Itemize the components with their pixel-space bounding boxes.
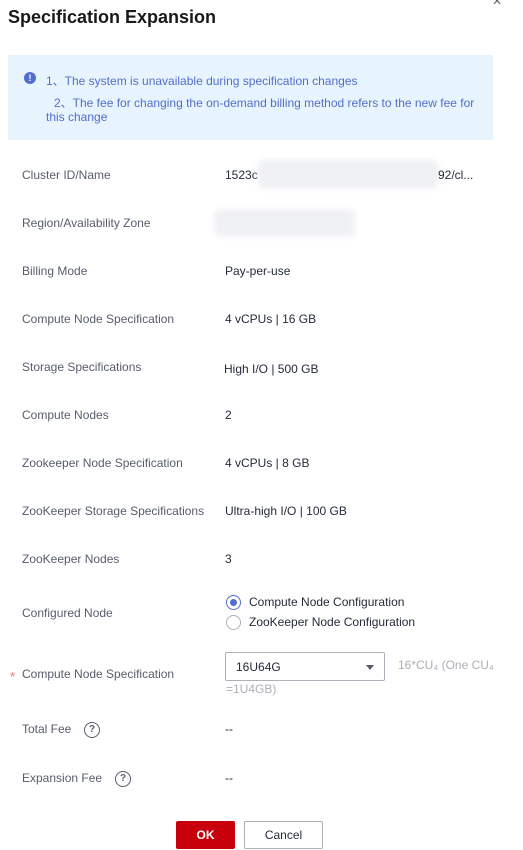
storage-spec-label: Storage Specifications (22, 360, 142, 374)
radio-compute-node-configuration[interactable] (226, 595, 241, 610)
compute-node-spec-label: Compute Node Specification (22, 312, 175, 326)
info-icon: ! (24, 72, 36, 84)
cluster-id-value-suffix: 92/cl... (438, 168, 474, 182)
zookeeper-nodes-label: ZooKeeper Nodes (22, 552, 120, 566)
spec-hint-line-2: =1U4GB) (226, 682, 277, 696)
compute-nodes-label: Compute Nodes (22, 408, 109, 422)
help-icon[interactable]: ? (84, 722, 100, 738)
close-icon[interactable]: × (489, 0, 505, 10)
compute-spec-select[interactable]: 16U64G (225, 652, 385, 681)
expansion-fee-label: Expansion Fee (22, 771, 103, 785)
radio-zookeeper-node-configuration[interactable] (226, 615, 241, 630)
expansion-fee-value: -- (225, 771, 233, 785)
cluster-id-value-prefix: 1523c (225, 168, 258, 182)
configured-node-label: Configured Node (22, 606, 113, 620)
zookeeper-nodes-value: 3 (225, 552, 232, 566)
required-mark: * (10, 669, 16, 684)
zookeeper-node-spec-label: Zookeeper Node Specification (22, 456, 183, 470)
help-icon[interactable]: ? (115, 771, 131, 787)
redacted-region (215, 210, 355, 236)
total-fee-value: -- (225, 722, 233, 736)
dialog-title: Specification Expansion (8, 7, 217, 27)
radio-label-compute-node[interactable]: Compute Node Configuration (249, 595, 404, 609)
radio-label-zookeeper-node[interactable]: ZooKeeper Node Configuration (249, 615, 415, 629)
new-compute-spec-label: Compute Node Specification (22, 667, 175, 681)
notice-banner: ! 1、The system is unavailable during spe… (8, 55, 493, 140)
cancel-button[interactable]: Cancel (244, 821, 323, 849)
cluster-id-label: Cluster ID/Name (22, 168, 111, 182)
chevron-down-icon (366, 665, 374, 670)
compute-spec-selected-value: 16U64G (236, 660, 281, 674)
total-fee-label: Total Fee (22, 722, 72, 736)
spec-hint-line-1: 16*CU₄ (One CU₄ (398, 658, 494, 672)
storage-spec-value: High I/O | 500 GB (224, 362, 319, 376)
billing-mode-value: Pay-per-use (225, 264, 291, 278)
region-label: Region/Availability Zone (22, 216, 151, 230)
compute-nodes-value: 2 (225, 408, 232, 422)
zookeeper-storage-spec-value: Ultra-high I/O | 100 GB (225, 504, 347, 518)
ok-button[interactable]: OK (176, 821, 235, 849)
billing-mode-label: Billing Mode (22, 264, 88, 278)
zookeeper-node-spec-value: 4 vCPUs | 8 GB (225, 456, 310, 470)
notice-line-1: 1、The system is unavailable during speci… (46, 74, 358, 88)
redacted-region (258, 160, 438, 188)
compute-node-spec-value: 4 vCPUs | 16 GB (225, 312, 317, 326)
notice-line-2: 2、The fee for changing the on-demand bil… (46, 96, 475, 124)
zookeeper-storage-spec-label: ZooKeeper Storage Specifications (22, 504, 205, 518)
